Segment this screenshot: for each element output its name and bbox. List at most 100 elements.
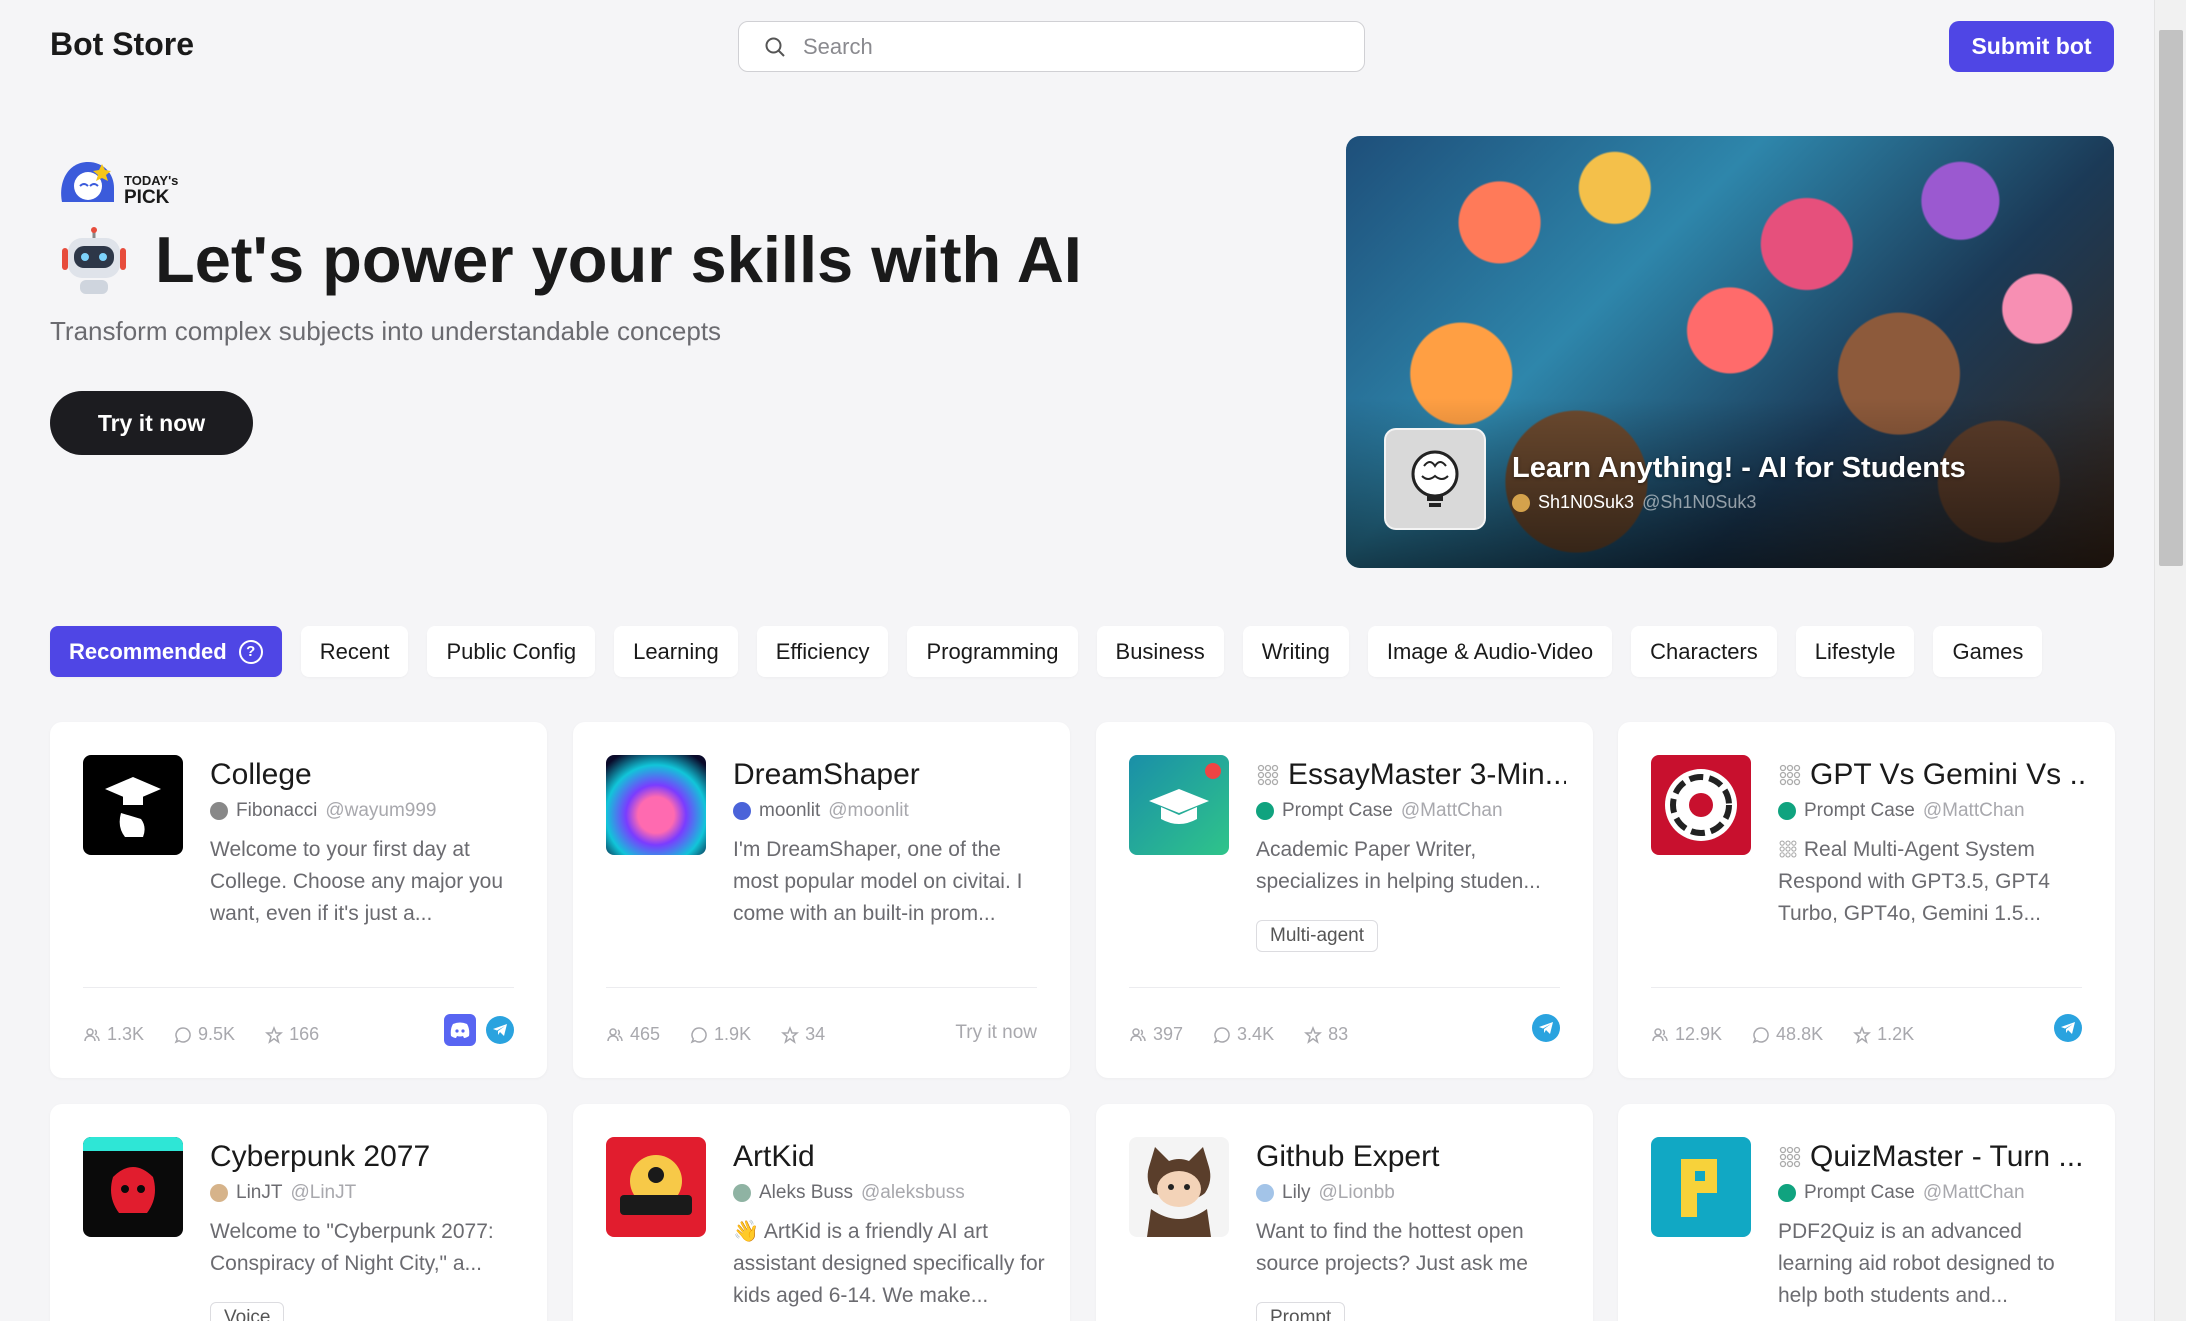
bot-author[interactable]: Prompt Case @MattChan: [1778, 1182, 2025, 1204]
author-handle: @Lionbb: [1318, 1182, 1395, 1203]
card-divider: [83, 987, 514, 988]
octocat-icon: [1147, 1147, 1211, 1237]
bot-card-artkid[interactable]: ArtKid Aleks Buss @aleksbuss 👋 ArtKid is…: [573, 1104, 1070, 1321]
bot-description: Academic Paper Writer, specializes in he…: [1256, 838, 1541, 893]
bot-card-dreamshaper[interactable]: DreamShaper moonlit @moonlit I'm DreamSh…: [573, 722, 1070, 1078]
telegram-icon[interactable]: [2054, 1014, 2082, 1042]
tab-learning[interactable]: Learning: [614, 626, 738, 677]
chats-count: 1.9K: [714, 1024, 752, 1044]
bot-card-gpt-vs-gemini[interactable]: GPT Vs Gemini Vs ... Prompt Case @MattCh…: [1618, 722, 2115, 1078]
chats-count: 48.8K: [1776, 1024, 1824, 1044]
users-count: 397: [1153, 1024, 1184, 1044]
featured-bot-card[interactable]: Learn Anything! - AI for Students Sh1N0S…: [1346, 136, 2114, 568]
hero-subtitle: Transform complex subjects into understa…: [50, 316, 722, 346]
bot-tag: Multi-agent: [1256, 920, 1378, 952]
author-avatar: [210, 1184, 228, 1202]
chats-stat: 1.9K: [690, 1024, 751, 1045]
try-it-now-link[interactable]: Try it now: [955, 1022, 1037, 1044]
bot-card-github-expert[interactable]: Github Expert Lily @Lionbb Want to find …: [1096, 1104, 1593, 1321]
submit-bot-button[interactable]: Submit bot: [1949, 21, 2114, 72]
hero-title: Let's power your skills with AI: [155, 223, 1082, 296]
todays-pick-line1: TODAY's: [124, 173, 179, 188]
bot-icon: [83, 755, 183, 855]
tab-recommended[interactable]: Recommended ?: [50, 626, 282, 677]
bot-stats: 1.3K 9.5K 166: [83, 1024, 319, 1045]
openai-icon: [1778, 802, 1796, 820]
tab-programming[interactable]: Programming: [907, 626, 1078, 677]
tab-label: Recommended: [69, 638, 227, 664]
bot-card-college[interactable]: College Fibonacci @wayum999 Welcome to y…: [50, 722, 547, 1078]
author-name: Prompt Case: [1804, 1182, 1915, 1203]
bot-card-quizmaster[interactable]: QuizMaster - Turn ... Prompt Case @MattC…: [1618, 1104, 2115, 1321]
openai-logo-icon: [1665, 769, 1737, 841]
tab-recent[interactable]: Recent: [300, 626, 409, 677]
samurai-logo-icon: [83, 1137, 183, 1213]
bot-card-essaymaster[interactable]: EssayMaster 3-Min... Prompt Case @MattCh…: [1096, 722, 1593, 1078]
bot-icon: [606, 1137, 706, 1237]
bot-author[interactable]: moonlit @moonlit: [733, 800, 909, 822]
help-icon[interactable]: ?: [238, 639, 263, 664]
bot-tag: Voice: [210, 1302, 285, 1321]
scrollbar-thumb[interactable]: [2159, 30, 2183, 566]
tab-writing[interactable]: Writing: [1242, 626, 1349, 677]
vertical-scrollbar[interactable]: [2154, 0, 2186, 1321]
bot-author[interactable]: Fibonacci @wayum999: [210, 800, 437, 822]
bot-stats: 465 1.9K 34: [606, 1024, 825, 1045]
author-name: LinJT: [236, 1182, 283, 1203]
users-stat: 12.9K: [1651, 1024, 1722, 1045]
bot-author[interactable]: Prompt Case @MattChan: [1778, 800, 2025, 822]
try-it-now-button[interactable]: Try it now: [50, 391, 253, 455]
bot-author[interactable]: Aleks Buss @aleksbuss: [733, 1182, 965, 1204]
chats-stat: 9.5K: [174, 1024, 235, 1045]
telegram-icon[interactable]: [486, 1016, 514, 1044]
tab-lifestyle[interactable]: Lifestyle: [1795, 626, 1915, 677]
stars-count: 83: [1328, 1024, 1349, 1044]
author-name: Prompt Case: [1282, 800, 1393, 821]
telegram-icon[interactable]: [1532, 1014, 1560, 1042]
bot-icon: [606, 755, 706, 855]
bot-title-text: DreamShaper: [733, 758, 920, 791]
brand-logo-text[interactable]: Bot Store: [50, 26, 194, 63]
tab-business[interactable]: Business: [1096, 626, 1224, 677]
featured-author-name: Sh1N0Suk3: [1538, 492, 1635, 512]
users-icon: [1130, 1027, 1146, 1041]
tab-image-audio-video[interactable]: Image & Audio-Video: [1367, 626, 1613, 677]
chat-icon: [1213, 1026, 1230, 1043]
search-input[interactable]: [803, 33, 1364, 60]
star-icon: [265, 1025, 284, 1044]
tab-public-config[interactable]: Public Config: [427, 626, 596, 677]
bot-description: I'm DreamShaper, one of the most popular…: [733, 838, 1023, 925]
featured-bot-author[interactable]: Sh1N0Suk3 @Sh1N0Suk3: [1512, 492, 1756, 513]
author-name: Fibonacci: [236, 800, 318, 821]
bot-stats: 12.9K 48.8K 1.2K: [1651, 1024, 1914, 1045]
openai-icon: [1256, 802, 1274, 820]
stars-stat: 1.2K: [1853, 1024, 1914, 1045]
bot-author[interactable]: LinJT @LinJT: [210, 1182, 356, 1204]
bot-actions: [2054, 1014, 2082, 1042]
bot-title-text: Cyberpunk 2077: [210, 1140, 431, 1173]
bot-author[interactable]: Prompt Case @MattChan: [1256, 800, 1503, 822]
tab-games[interactable]: Games: [1933, 626, 2043, 677]
bot-author[interactable]: Lily @Lionbb: [1256, 1182, 1395, 1204]
bot-icon: [1129, 755, 1229, 855]
users-count: 1.3K: [107, 1024, 145, 1044]
tab-efficiency[interactable]: Efficiency: [756, 626, 889, 677]
users-stat: 1.3K: [83, 1024, 144, 1045]
bot-title: QuizMaster - Turn ...: [1778, 1140, 2088, 1174]
bot-description: 👋 ArtKid is a friendly AI art assistant …: [733, 1220, 1045, 1307]
tab-characters[interactable]: Characters: [1631, 626, 1777, 677]
bot-title-text: ArtKid: [733, 1140, 815, 1173]
bot-title: EssayMaster 3-Min...: [1256, 758, 1566, 792]
featured-author-handle: @Sh1N0Suk3: [1642, 492, 1757, 512]
chat-icon: [174, 1026, 191, 1043]
author-avatar: [210, 802, 228, 820]
category-tabs: Recommended ? Recent Public Config Learn…: [50, 626, 2043, 677]
search-bar[interactable]: [738, 21, 1365, 72]
bot-card-cyberpunk-2077[interactable]: Cyberpunk 2077 LinJT @LinJT Welcome to "…: [50, 1104, 547, 1321]
bot-title-text: GPT Vs Gemini Vs ...: [1810, 758, 2088, 791]
bot-description: Real Multi-Agent System Respond with GPT…: [1778, 834, 2090, 930]
chats-count: 9.5K: [198, 1024, 236, 1044]
bot-title-text: Github Expert: [1256, 1140, 1440, 1173]
star-icon: [1304, 1025, 1323, 1044]
discord-icon[interactable]: [444, 1014, 476, 1046]
